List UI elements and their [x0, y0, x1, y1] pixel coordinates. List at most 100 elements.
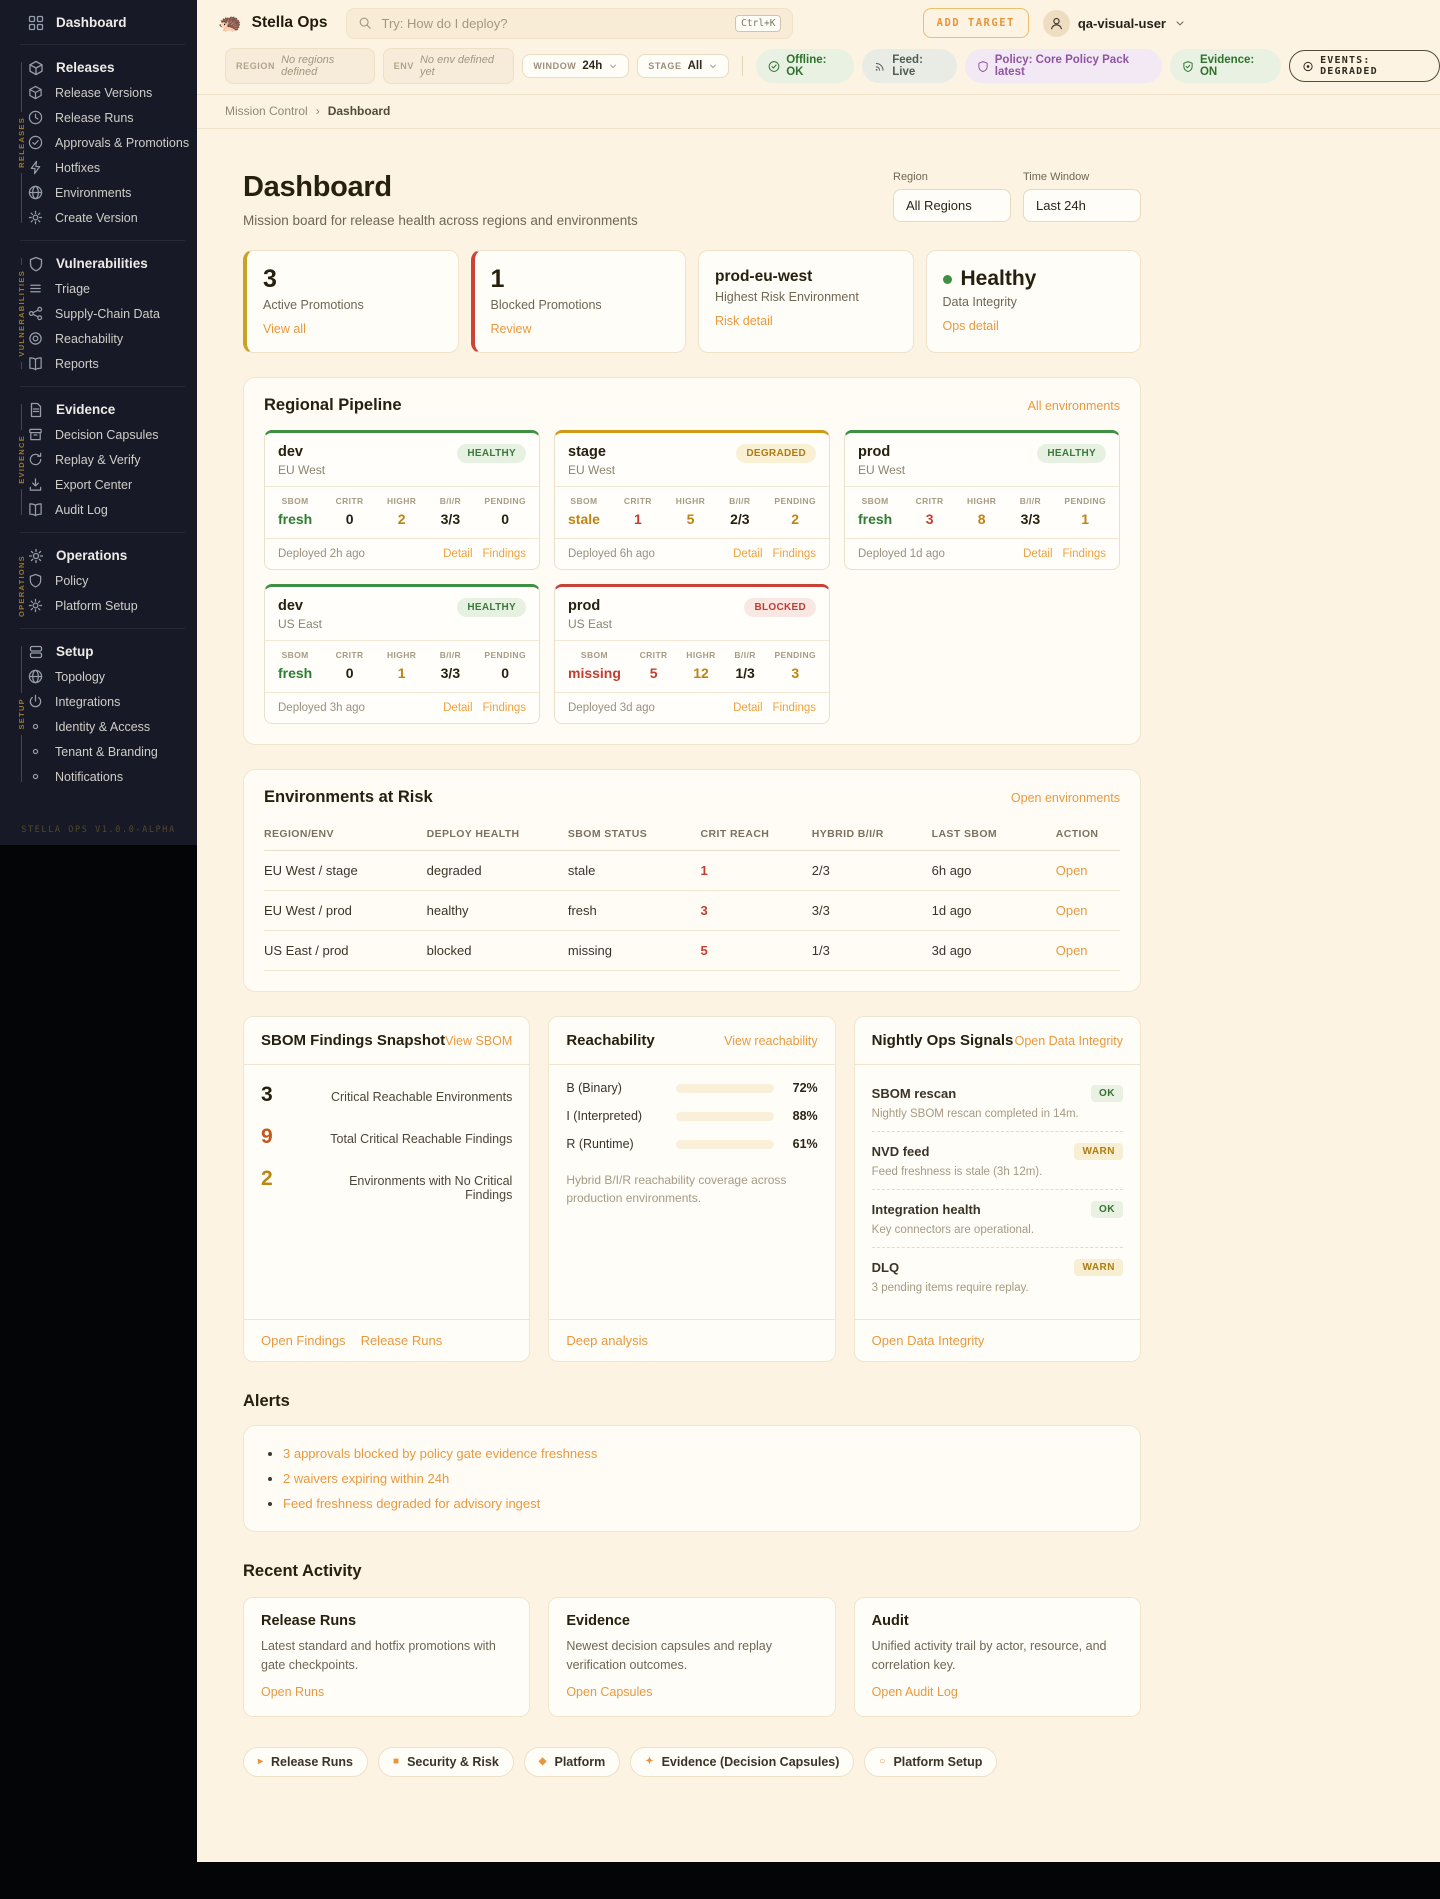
sidebar-item-platform-setup[interactable]: Platform Setup [0, 593, 197, 618]
sidebar-item-integrations[interactable]: Integrations [0, 689, 197, 714]
sidebar-item-reports[interactable]: Reports [0, 351, 197, 376]
sidebar-item-dashboard[interactable]: Dashboard [0, 10, 197, 35]
detail-link[interactable]: Detail [733, 548, 762, 560]
dot-icon [28, 719, 43, 734]
data-integrity-status: Healthy [960, 267, 1037, 290]
deployed-timestamp: Deployed 3h ago [278, 702, 365, 714]
sidebar-item-release-versions[interactable]: Release Versions [0, 80, 197, 105]
findings-link[interactable]: Findings [483, 702, 526, 714]
detail-link[interactable]: Detail [733, 702, 762, 714]
sidebar-rail-operations: OPERATIONS [17, 550, 26, 617]
open-audit-log-link[interactable]: Open Audit Log [872, 1685, 958, 1699]
release-runs-link[interactable]: Release Runs [361, 1333, 443, 1348]
sidebar-item-topology[interactable]: Topology [0, 664, 197, 689]
chip-evidence-decision-capsules[interactable]: ✦ Evidence (Decision Capsules) [630, 1746, 855, 1777]
sidebar-item-notifications[interactable]: Notifications [0, 764, 197, 789]
stat-value: 9 [261, 1125, 273, 1148]
region-filter-label: Region [893, 171, 928, 183]
evidence-activity-card: Evidence Newest decision capsules and re… [548, 1597, 836, 1717]
window-dropdown[interactable]: WINDOW 24h [522, 54, 630, 78]
sidebar-item-triage[interactable]: Triage [0, 276, 197, 301]
open-findings-link[interactable]: Open Findings [261, 1333, 346, 1348]
time-window-select[interactable]: Last 24h [1023, 189, 1141, 222]
chip-platform[interactable]: ◆ Platform [523, 1746, 621, 1777]
table-row: EU West / stage degraded stale 1 2/3 6h … [264, 850, 1120, 891]
sidebar-item-reachability[interactable]: Reachability [0, 326, 197, 351]
sidebar-item-decision-capsules[interactable]: Decision Capsules [0, 422, 197, 447]
sidebar-group-releases: RELEASES Releases Release Versions Relea… [0, 54, 197, 231]
sidebar-item-evidence[interactable]: Evidence [0, 397, 197, 422]
breadcrumb-parent[interactable]: Mission Control [225, 104, 308, 118]
sidebar-item-environments[interactable]: Environments [0, 180, 197, 205]
blocked-promotions-card: 1 Blocked Promotions Review [470, 250, 686, 353]
risk-detail-link[interactable]: Risk detail [715, 314, 773, 328]
sbom-stat-row: 2 Environments with No Critical Findings [261, 1158, 512, 1211]
bolt-icon [28, 160, 43, 175]
chip-security-risk[interactable]: ■ Security & Risk [378, 1746, 514, 1777]
alert-link[interactable]: Feed freshness degraded for advisory ing… [283, 1496, 540, 1511]
deploy-health-cell: degraded [426, 850, 568, 891]
sidebar-item-identity-access[interactable]: Identity & Access [0, 714, 197, 739]
view-sbom-link[interactable]: View SBOM [445, 1034, 512, 1048]
events-status-button[interactable]: EVENTS: DEGRADED [1289, 50, 1440, 82]
open-data-integrity-footer-link[interactable]: Open Data Integrity [872, 1333, 985, 1348]
open-environments-link[interactable]: Open environments [1011, 791, 1120, 805]
active-promotions-card: 3 Active Promotions View all [243, 250, 459, 353]
view-all-link[interactable]: View all [263, 322, 306, 336]
view-reachability-link[interactable]: View reachability [724, 1034, 818, 1048]
list-icon [28, 281, 43, 296]
detail-link[interactable]: Detail [1023, 548, 1052, 560]
highr-value: 2 [397, 511, 406, 527]
deep-analysis-link[interactable]: Deep analysis [566, 1333, 648, 1348]
nightly-ops-signals-card: Nightly Ops Signals Open Data Integrity … [853, 1016, 1141, 1362]
all-environments-link[interactable]: All environments [1028, 399, 1120, 413]
sidebar-item-release-runs[interactable]: Release Runs [0, 105, 197, 130]
findings-link[interactable]: Findings [773, 702, 816, 714]
sidebar-item-supply-chain-data[interactable]: Supply-Chain Data [0, 301, 197, 326]
grid-icon [28, 15, 44, 31]
sidebar-item-approvals-promotions[interactable]: Approvals & Promotions [0, 130, 197, 155]
search-bar[interactable]: Ctrl+K [346, 7, 794, 39]
open-data-integrity-link[interactable]: Open Data Integrity [1015, 1034, 1123, 1048]
activity-card-description: Latest standard and hotfix promotions wi… [261, 1639, 496, 1672]
sidebar-item-releases[interactable]: Releases [0, 55, 197, 80]
ops-detail-link[interactable]: Ops detail [943, 319, 999, 333]
detail-link[interactable]: Detail [443, 702, 472, 714]
detail-link[interactable]: Detail [443, 548, 472, 560]
alert-link[interactable]: 3 approvals blocked by policy gate evide… [283, 1446, 597, 1461]
sidebar-item-audit-log[interactable]: Audit Log [0, 497, 197, 522]
sidebar-item-tenant-branding[interactable]: Tenant & Branding [0, 739, 197, 764]
chip-platform-setup[interactable]: ○ Platform Setup [864, 1746, 998, 1777]
sidebar-item-hotfixes[interactable]: Hotfixes [0, 155, 197, 180]
sidebar-item-policy[interactable]: Policy [0, 568, 197, 593]
sidebar-item-replay-verify[interactable]: Replay & Verify [0, 447, 197, 472]
region-select[interactable]: All Regions [893, 189, 1011, 222]
open-row-link[interactable]: Open [1056, 903, 1088, 918]
footer-quick-links: ▸ Release Runs ■ Security & Risk ◆ Platf… [243, 1746, 1141, 1777]
sidebar-item-operations[interactable]: Operations [0, 543, 197, 568]
sidebar-item-export-center[interactable]: Export Center [0, 472, 197, 497]
open-row-link[interactable]: Open [1056, 943, 1088, 958]
findings-link[interactable]: Findings [483, 548, 526, 560]
globe-icon [28, 669, 43, 684]
findings-link[interactable]: Findings [1063, 548, 1106, 560]
env-scope-chip: ENV No env defined yet [382, 48, 515, 84]
sidebar-item-vulnerabilities[interactable]: Vulnerabilities [0, 251, 197, 276]
review-link[interactable]: Review [491, 322, 532, 336]
search-input[interactable] [381, 15, 727, 31]
alert-link[interactable]: 2 waivers expiring within 24h [283, 1471, 449, 1486]
open-capsules-link[interactable]: Open Capsules [566, 1685, 652, 1699]
open-row-link[interactable]: Open [1056, 863, 1088, 878]
bir-value: 2/3 [730, 511, 750, 527]
stage-dropdown[interactable]: STAGE All [637, 54, 730, 78]
add-target-button[interactable]: ADD TARGET [922, 8, 1029, 38]
sidebar-item-setup[interactable]: Setup [0, 639, 197, 664]
chip-release-runs[interactable]: ▸ Release Runs [243, 1746, 369, 1777]
findings-link[interactable]: Findings [773, 548, 816, 560]
sidebar-item-create-version[interactable]: Create Version [0, 205, 197, 230]
user-menu[interactable]: qa-visual-user [1042, 9, 1186, 37]
open-runs-link[interactable]: Open Runs [261, 1685, 324, 1699]
book-icon [28, 502, 43, 517]
events-status-label: EVENTS: DEGRADED [1320, 55, 1378, 77]
page: Dashboard RELEASES Releases Release Vers… [0, 0, 1440, 1899]
